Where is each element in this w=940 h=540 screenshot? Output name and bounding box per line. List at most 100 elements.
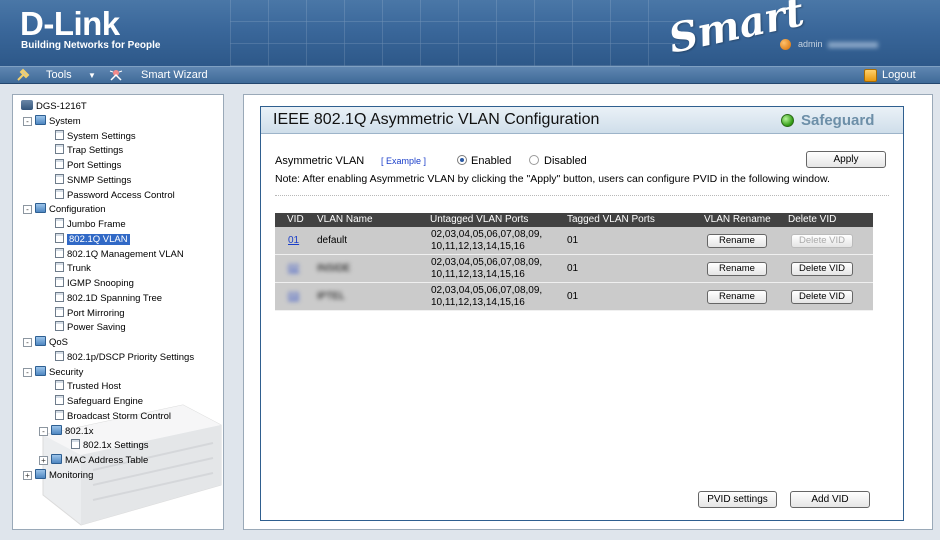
tree-item[interactable]: - Security xyxy=(23,365,84,380)
tree-item[interactable]: System Settings xyxy=(55,129,136,144)
user-ip xyxy=(828,42,878,48)
collapse-icon[interactable]: - xyxy=(23,338,32,347)
tree-item-label: QoS xyxy=(49,337,69,348)
untagged-ports-cell: 02,03,04,05,06,07,08,09, 10,11,12,13,14,1… xyxy=(431,229,561,253)
expand-icon[interactable]: + xyxy=(39,456,48,465)
column-header-vlan-name: VLAN Name xyxy=(317,214,373,225)
delete-vid-button[interactable]: Delete VID xyxy=(791,262,853,276)
tree-item[interactable]: SNMP Settings xyxy=(55,173,131,188)
table-row: 02 INSIDE 02,03,04,05,06,07,08,09, 10,11,… xyxy=(275,255,873,283)
tree-item[interactable]: - QoS xyxy=(23,336,68,350)
tree-item[interactable]: 802.1x Settings xyxy=(71,439,149,453)
page-icon xyxy=(55,173,64,184)
wizard-icon[interactable] xyxy=(108,68,124,83)
tree-item-label: Trusted Host xyxy=(67,381,122,393)
untagged-ports-line: 10,11,12,13,14,15,16 xyxy=(431,269,525,280)
folder-icon xyxy=(35,365,46,376)
logout-icon[interactable] xyxy=(864,69,877,82)
product-logo: Smart xyxy=(664,0,809,63)
delete-vid-button[interactable]: Delete VID xyxy=(791,290,853,304)
expand-icon[interactable]: + xyxy=(23,470,32,480)
page-icon xyxy=(55,395,64,405)
tree-item-label: Configuration xyxy=(49,204,106,216)
enabled-radio[interactable] xyxy=(457,155,467,165)
tree-item[interactable]: 802.1Q Management VLAN xyxy=(55,247,184,262)
tree-item[interactable]: Port Mirroring xyxy=(55,306,125,321)
divider xyxy=(275,195,889,196)
page-icon xyxy=(55,159,64,169)
chevron-down-icon[interactable]: ▼ xyxy=(88,68,98,83)
vid-link[interactable]: 03 xyxy=(288,291,299,303)
disabled-label[interactable]: Disabled xyxy=(544,155,587,167)
tree-item-label: MAC Address Table xyxy=(65,455,149,466)
tree-item[interactable]: Power Saving xyxy=(55,321,126,335)
column-header-tagged-ports: Tagged VLAN Ports xyxy=(567,214,655,225)
tree-item[interactable]: - Configuration xyxy=(23,203,106,217)
tree-item-label: Safeguard Engine xyxy=(67,396,144,407)
tree-item[interactable]: Safeguard Engine xyxy=(55,395,143,409)
untagged-ports-line: 10,11,12,13,14,15,16 xyxy=(431,297,525,308)
vid-link[interactable]: 02 xyxy=(288,263,299,275)
folder-icon xyxy=(35,468,46,479)
add-vid-button[interactable]: Add VID xyxy=(790,491,870,508)
collapse-icon[interactable]: - xyxy=(39,426,48,436)
page-icon xyxy=(55,262,64,273)
page-icon xyxy=(55,350,64,361)
tree-item[interactable]: Port Settings xyxy=(55,159,121,173)
tree-item[interactable]: 802.1Q VLAN xyxy=(55,232,130,247)
collapse-icon[interactable]: - xyxy=(23,205,32,215)
tagged-ports-cell: 01 xyxy=(567,263,579,274)
collapse-icon[interactable]: - xyxy=(23,116,32,126)
tree-item[interactable]: + MAC Address Table xyxy=(39,454,148,468)
rename-button[interactable]: Rename xyxy=(707,262,767,276)
tagged-ports-cell: 01 xyxy=(567,235,579,246)
tree-item[interactable]: + Monitoring xyxy=(23,468,93,483)
apply-button[interactable]: Apply xyxy=(806,151,886,168)
folder-icon xyxy=(35,203,46,214)
example-link[interactable]: [ Example ] xyxy=(381,156,426,166)
tree-item[interactable]: Trusted Host xyxy=(55,380,121,394)
tree-item[interactable]: Trap Settings xyxy=(55,144,123,158)
tree-item[interactable]: IGMP Snooping xyxy=(55,277,134,291)
enabled-label[interactable]: Enabled xyxy=(471,155,511,167)
user-indicator: admin xyxy=(780,38,920,52)
pvid-settings-button[interactable]: PVID settings xyxy=(698,491,777,508)
tree-item[interactable]: - 802.1x xyxy=(39,424,94,439)
tree-item-label: System Settings xyxy=(67,130,136,142)
rename-button[interactable]: Rename xyxy=(707,234,767,248)
tree-item-label: 802.1Q Management VLAN xyxy=(67,248,184,260)
tree-item-label: Power Saving xyxy=(67,322,126,334)
tree-item[interactable]: Broadcast Storm Control xyxy=(55,409,171,424)
tree-item-label: Security xyxy=(49,366,84,378)
tree-item[interactable]: DGS-1216T xyxy=(21,100,87,114)
column-header-vlan-rename: VLAN Rename xyxy=(704,214,771,225)
collapse-icon[interactable]: - xyxy=(23,367,32,377)
asymmetric-vlan-label: Asymmetric VLAN xyxy=(275,155,365,167)
page-title: IEEE 802.1Q Asymmetric VLAN Configuratio… xyxy=(273,111,600,128)
tree-item-label: Trunk xyxy=(67,263,91,275)
tree-item[interactable]: 802.1D Spanning Tree xyxy=(55,291,163,306)
tree-item[interactable]: - System xyxy=(23,114,81,129)
table-header: VID VLAN Name Untagged VLAN Ports Tagged… xyxy=(275,213,873,227)
column-header-vid: VID xyxy=(287,214,304,225)
tree-item[interactable]: Password Access Control xyxy=(55,188,175,203)
header-banner: D-Link Building Networks for People Smar… xyxy=(0,0,940,66)
tree-item[interactable]: Jumbo Frame xyxy=(55,218,126,232)
untagged-ports-line: 02,03,04,05,06,07,08,09, xyxy=(431,257,543,268)
page-icon xyxy=(55,409,64,420)
smart-wizard-menu[interactable]: Smart Wizard xyxy=(141,68,208,83)
vlan-name-cell: INSIDE xyxy=(317,263,351,274)
tree-item[interactable]: Trunk xyxy=(55,262,91,276)
navigation-tree: DGS-1216T - System System Settings Trap Sett… xyxy=(12,94,224,530)
vid-link[interactable]: 01 xyxy=(288,235,299,247)
tools-menu[interactable]: Tools xyxy=(46,68,72,83)
tree-item-label: 802.1D Spanning Tree xyxy=(67,292,163,304)
page-icon xyxy=(55,232,64,243)
tree-item[interactable]: 802.1p/DSCP Priority Settings xyxy=(55,350,194,365)
page-icon xyxy=(55,306,64,317)
tools-icon[interactable] xyxy=(16,68,30,83)
disabled-radio[interactable] xyxy=(529,155,539,165)
rename-button[interactable]: Rename xyxy=(707,290,767,304)
untagged-ports-line: 10,11,12,13,14,15,16 xyxy=(431,241,525,252)
logout-link[interactable]: Logout xyxy=(882,68,916,83)
